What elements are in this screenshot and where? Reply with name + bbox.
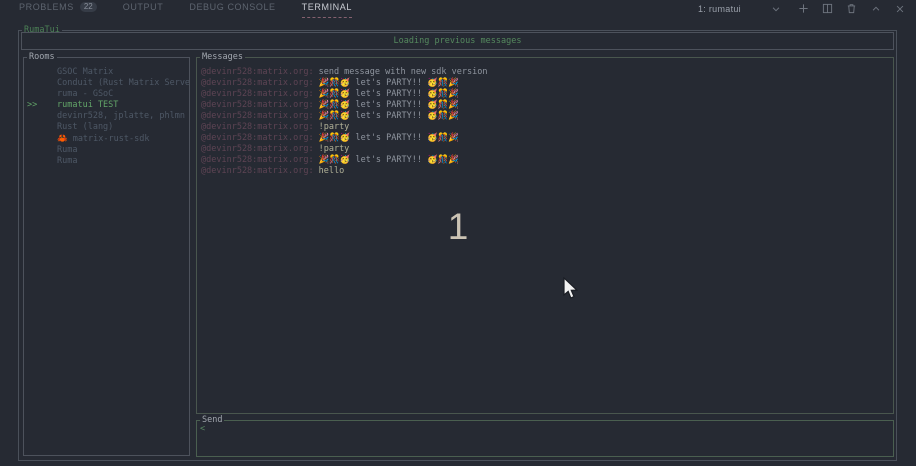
message-text: !party xyxy=(319,122,350,132)
rooms-panel-title: Rooms xyxy=(27,52,57,63)
message-text: hello xyxy=(319,166,345,176)
panel-tab-bar: PROBLEMS 22 OUTPUT DEBUG CONSOLE TERMINA… xyxy=(0,0,916,16)
message-sender: @devinr528:matrix.org: xyxy=(201,133,314,143)
message-sender: @devinr528:matrix.org: xyxy=(201,78,314,88)
tab-debug-console[interactable]: DEBUG CONSOLE xyxy=(189,2,275,17)
message-sender: @devinr528:matrix.org: xyxy=(201,67,314,77)
message-row: @devinr528:matrix.org: 🎉🎊🥳 let's PARTY!! … xyxy=(201,111,889,122)
room-item[interactable]: Conduit (Rust Matrix Server) xyxy=(24,78,189,89)
message-text: 🎉🎊🥳 let's PARTY!! 🥳🎊🎉 xyxy=(319,155,459,165)
message-row: @devinr528:matrix.org: !party xyxy=(201,122,889,133)
room-item-selected[interactable]: >> rumatui TEST xyxy=(24,100,189,111)
message-text: 🎉🎊🥳 let's PARTY!! 🥳🎊🎉 xyxy=(319,133,459,143)
message-sender: @devinr528:matrix.org: xyxy=(201,122,314,132)
room-item[interactable]: Ruma xyxy=(24,145,189,156)
room-item[interactable]: Ruma xyxy=(24,156,189,167)
message-row: @devinr528:matrix.org: !party xyxy=(201,144,889,155)
rumatui-window: RumaTui Loading previous messages Rooms … xyxy=(18,30,897,461)
terminal-toolbar: 1: rumatui xyxy=(698,2,906,15)
kill-terminal-button[interactable] xyxy=(845,2,858,15)
message-row: @devinr528:matrix.org: 🎉🎊🥳 let's PARTY!! … xyxy=(201,78,889,89)
terminal-instance-select[interactable]: 1: rumatui xyxy=(698,2,782,15)
send-panel-title: Send xyxy=(200,415,224,426)
message-text: 🎉🎊🥳 let's PARTY!! 🥳🎊🎉 xyxy=(319,89,459,99)
message-text: 🎉🎊🥳 let's PARTY!! 🥳🎊🎉 xyxy=(319,100,459,110)
close-panel-button[interactable] xyxy=(893,2,906,15)
room-item[interactable]: devinr528, jplatte, phlmn xyxy=(24,111,189,122)
maximize-panel-button[interactable] xyxy=(869,2,882,15)
message-row: @devinr528:matrix.org: 🎉🎊🥳 let's PARTY!! … xyxy=(201,133,889,144)
message-list: @devinr528:matrix.org: send message with … xyxy=(197,58,893,177)
message-sender: @devinr528:matrix.org: xyxy=(201,166,314,176)
tab-output[interactable]: OUTPUT xyxy=(123,2,164,17)
room-item[interactable]: GSOC Matrix xyxy=(24,67,189,78)
messages-panel: Messages @devinr528:matrix.org:send mess… xyxy=(196,57,894,414)
send-panel: Send < xyxy=(196,420,894,457)
room-list: GSOC Matrix Conduit (Rust Matrix Server)… xyxy=(24,58,189,167)
room-item[interactable]: ruma - GSoC xyxy=(24,89,189,100)
message-sender: @devinr528:matrix.org: xyxy=(201,89,314,99)
tab-problems[interactable]: PROBLEMS 22 xyxy=(19,2,97,17)
message-row: @devinr528:matrix.org: 🎉🎊🥳 let's PARTY!! … xyxy=(201,155,889,166)
terminal-instance-label: 1: rumatui xyxy=(698,4,741,14)
tab-terminal[interactable]: TERMINAL xyxy=(302,2,352,18)
loading-banner: Loading previous messages xyxy=(21,32,894,50)
message-sender: @devinr528:matrix.org: xyxy=(201,100,314,110)
chevron-down-icon xyxy=(769,2,782,15)
tab-output-label: OUTPUT xyxy=(123,2,164,12)
new-terminal-button[interactable] xyxy=(797,2,810,15)
message-row: @devinr528:matrix.org: 🎉🎊🥳 let's PARTY!! … xyxy=(201,89,889,100)
message-text: 🎉🎊🥳 let's PARTY!! 🥳🎊🎉 xyxy=(319,111,459,121)
selection-marker: >> xyxy=(27,100,37,111)
message-text: send message with new sdk version xyxy=(319,67,488,77)
message-text: 🎉🎊🥳 let's PARTY!! 🥳🎊🎉 xyxy=(319,78,459,88)
message-row: @devinr528:matrix.org: hello xyxy=(201,166,889,177)
problems-count-badge: 22 xyxy=(80,2,97,12)
message-row: @devinr528:matrix.org: 🎉🎊🥳 let's PARTY!! … xyxy=(201,100,889,111)
room-item[interactable]: 🦀 matrix-rust-sdk xyxy=(24,133,189,145)
rooms-panel: Rooms GSOC Matrix Conduit (Rust Matrix S… xyxy=(23,57,190,456)
message-text: !party xyxy=(319,144,350,154)
messages-panel-title: Messages xyxy=(200,52,245,63)
room-item[interactable]: Rust (lang) xyxy=(24,122,189,133)
message-row: @devinr528:matrix.org: send message with … xyxy=(201,67,889,78)
tab-problems-label: PROBLEMS xyxy=(19,2,74,12)
loading-banner-text: Loading previous messages xyxy=(394,36,522,46)
tab-debug-console-label: DEBUG CONSOLE xyxy=(189,2,275,12)
message-sender: @devinr528:matrix.org: xyxy=(201,111,314,121)
message-sender: @devinr528:matrix.org: xyxy=(201,144,314,154)
message-input[interactable]: < xyxy=(197,421,893,456)
tab-terminal-label: TERMINAL xyxy=(302,2,352,12)
split-terminal-button[interactable] xyxy=(821,2,834,15)
message-sender: @devinr528:matrix.org: xyxy=(201,155,314,165)
